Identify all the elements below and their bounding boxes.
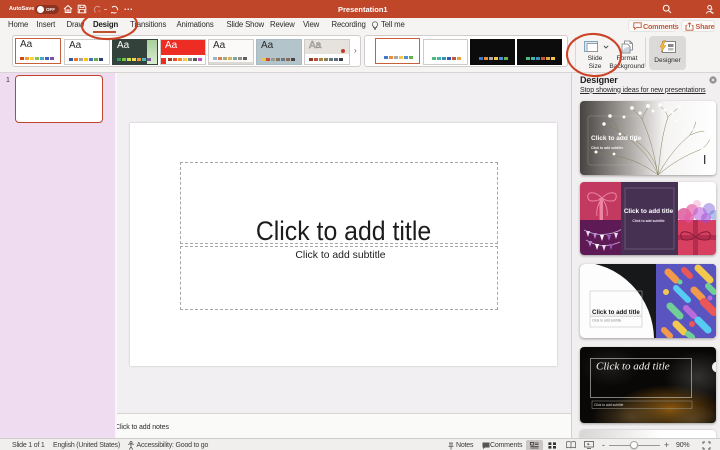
svg-text:Click to add subtitle: Click to add subtitle — [632, 219, 664, 223]
svg-text:Click to add subtitle: Click to add subtitle — [592, 319, 622, 323]
svg-text:Click to add title: Click to add title — [592, 309, 640, 316]
svg-text:Click to add title: Click to add title — [596, 361, 670, 373]
svg-text:Click to add subtitle: Click to add subtitle — [591, 146, 623, 150]
svg-text:Click to add subtitle: Click to add subtitle — [594, 403, 624, 407]
svg-text:Click to add title: Click to add title — [591, 135, 642, 142]
svg-text:Click to add title: Click to add title — [624, 208, 674, 215]
